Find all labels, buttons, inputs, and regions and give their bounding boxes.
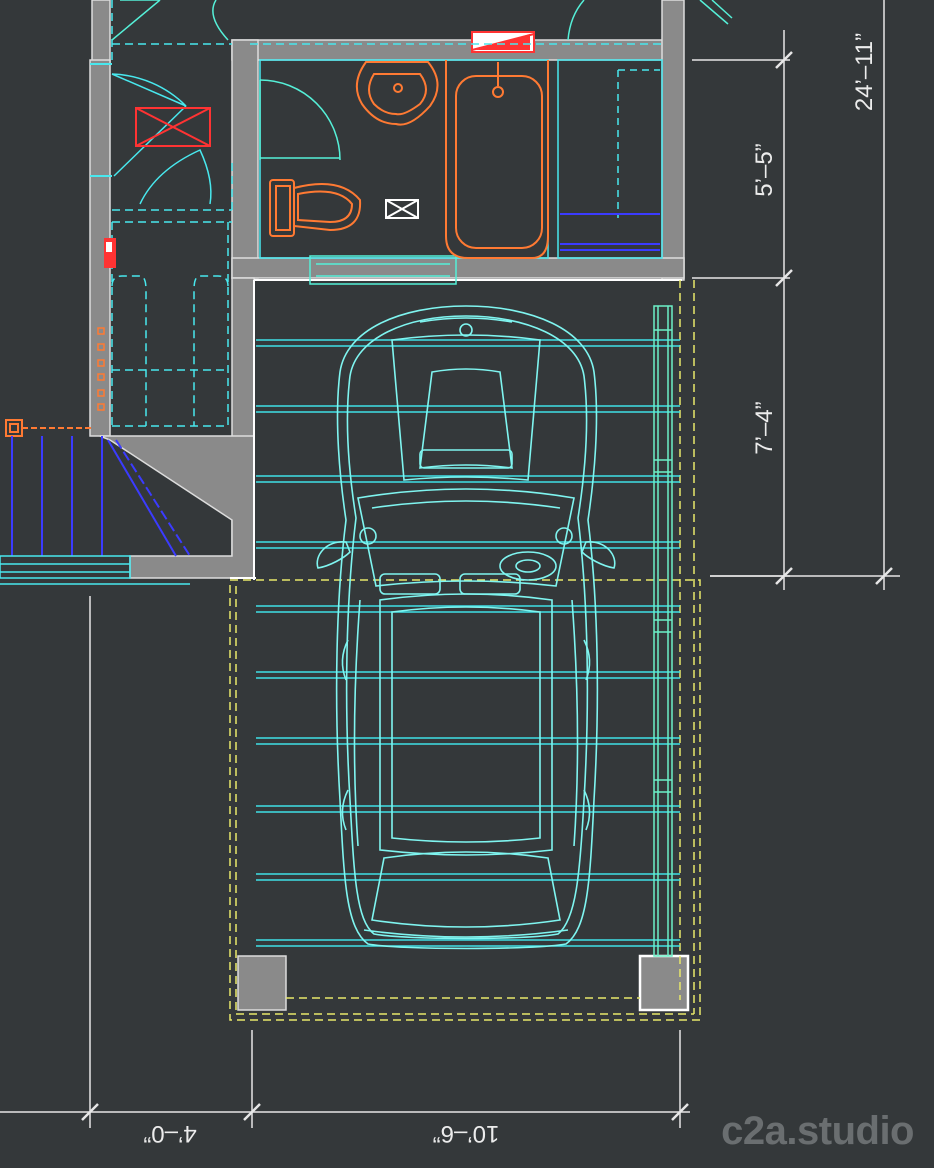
wall-left-upper bbox=[91, 0, 111, 63]
sink-icon bbox=[355, 61, 439, 126]
equipment-box-icon bbox=[135, 107, 211, 147]
garage-side-rail bbox=[653, 305, 673, 957]
closet-shelves bbox=[560, 213, 660, 251]
vent-icon bbox=[471, 31, 535, 53]
dimension-label-left-segment: 4’–0” bbox=[143, 1120, 196, 1147]
car-icon bbox=[316, 305, 616, 950]
wall-top-bath bbox=[231, 39, 683, 61]
floor-drain-icon bbox=[385, 199, 419, 219]
closet-right bbox=[557, 59, 663, 259]
watermark-logo: c2a.studio bbox=[721, 1109, 914, 1153]
toilet-icon bbox=[269, 179, 362, 237]
garage-outline bbox=[230, 279, 682, 580]
bathroom-door-swing bbox=[259, 79, 341, 161]
dimension-label-bathroom-depth: 5’–5” bbox=[751, 143, 778, 196]
corridor-door-swing-lower bbox=[139, 149, 212, 205]
panel-icon bbox=[104, 238, 116, 268]
wall-bath-bottom bbox=[231, 257, 685, 279]
wall-bath-left bbox=[231, 39, 259, 279]
dimension-label-garage-segment: 7’–4” bbox=[751, 401, 778, 454]
bathroom-fixtures bbox=[269, 60, 549, 259]
dimension-label-garage-width: 10’–6” bbox=[433, 1120, 500, 1147]
corridor-doors bbox=[90, 0, 733, 205]
pillar-right bbox=[638, 954, 690, 1012]
dimension-label-overall: 24’–11” bbox=[851, 33, 878, 111]
floor-plan-drawing: 5’–5” 7’–4” 24’–11” 4’–0” 10’–6” bbox=[0, 0, 900, 1147]
bathtub-icon bbox=[445, 60, 549, 259]
pillar-left bbox=[237, 955, 287, 1011]
wall-right-bath bbox=[661, 0, 685, 281]
garage-boundary-dashed bbox=[229, 280, 701, 1021]
bathroom-interior bbox=[259, 59, 549, 259]
